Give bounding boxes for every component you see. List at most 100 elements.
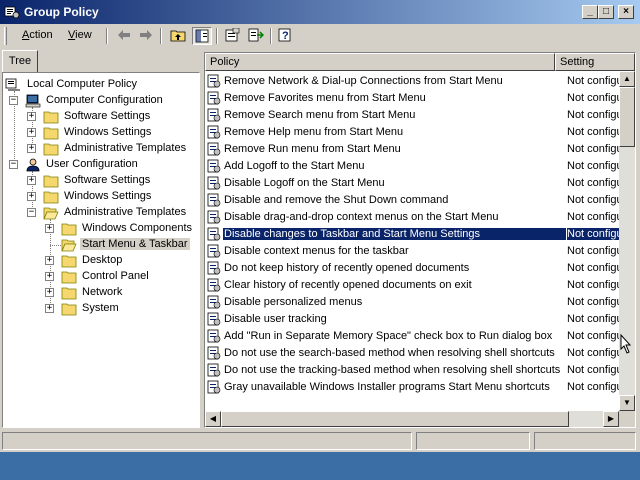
tree-item-user-configuration[interactable]: − User Configuration: [9, 157, 199, 173]
folder-icon: [43, 111, 59, 124]
policy-row[interactable]: Clear history of recently opened documen…: [205, 277, 619, 294]
column-header-policy[interactable]: Policy: [205, 53, 555, 71]
show-hide-tree-button[interactable]: [192, 27, 212, 45]
back-button[interactable]: [114, 27, 134, 45]
tree-item-label: Network: [82, 286, 123, 298]
policy-setting-state: Not configured: [567, 330, 619, 342]
tree-item-computer-configuration[interactable]: − Computer Configuration: [9, 93, 199, 109]
policy-row[interactable]: Disable context menus for the taskbar Not…: [205, 243, 619, 260]
tree-item-uc-software-settings[interactable]: + Software Settings: [27, 173, 197, 189]
scroll-down-button[interactable]: ▼: [619, 395, 635, 411]
horizontal-scrollbar[interactable]: ◀ ▶: [205, 411, 619, 427]
tree-item-label: System: [82, 302, 119, 314]
policy-setting-state: Not configured: [567, 109, 619, 121]
tab-tree[interactable]: Tree: [2, 50, 38, 72]
policy-setting-icon: [207, 108, 221, 122]
policy-row[interactable]: Remove Network & Dial-up Connections fro…: [205, 73, 619, 90]
tree-item-control-panel[interactable]: + Control Panel: [45, 269, 199, 285]
policy-row[interactable]: Add "Run in Separate Memory Space" check…: [205, 328, 619, 345]
expand-toggle[interactable]: +: [27, 176, 36, 185]
expand-toggle[interactable]: +: [45, 224, 54, 233]
policy-row[interactable]: Disable personalized menus Not configured: [205, 294, 619, 311]
policy-row[interactable]: Remove Search menu from Start Menu Not co…: [205, 107, 619, 124]
policy-row[interactable]: Do not use the tracking-based method whe…: [205, 362, 619, 379]
policy-name: Do not use the search-based method when …: [224, 347, 555, 359]
tree-item-local-computer-policy[interactable]: Local Computer Policy: [5, 77, 195, 93]
policy-row[interactable]: Remove Help menu from Start Menu Not conf…: [205, 124, 619, 141]
menu-action[interactable]: Action: [22, 29, 53, 41]
tree-item-cc-windows-settings[interactable]: + Windows Settings: [27, 125, 197, 141]
tree-item-windows-components[interactable]: + Windows Components: [45, 221, 199, 237]
collapse-toggle[interactable]: −: [27, 208, 36, 217]
policy-setting-icon: [207, 312, 221, 326]
policy-setting-icon: [207, 210, 221, 224]
policy-name: Do not use the tracking-based method whe…: [224, 364, 561, 376]
policy-setting-state: Not configured: [567, 347, 619, 359]
expand-toggle[interactable]: +: [45, 256, 54, 265]
minimize-button[interactable]: _: [582, 5, 598, 19]
policy-name: Disable drag-and-drop context menus on t…: [224, 211, 499, 223]
forward-button[interactable]: [136, 27, 156, 45]
collapse-toggle[interactable]: −: [9, 96, 18, 105]
policy-setting-state: Not configured: [567, 381, 619, 393]
tree-item-network[interactable]: + Network: [45, 285, 199, 301]
policy-setting-state: Not configured: [567, 364, 619, 376]
expand-toggle[interactable]: +: [45, 288, 54, 297]
menu-view[interactable]: View: [68, 29, 92, 41]
scroll-left-button[interactable]: ◀: [205, 411, 221, 427]
tree-item-uc-administrative-templates[interactable]: − Administrative Templates: [27, 205, 197, 221]
folder-icon: [61, 303, 77, 316]
policy-row[interactable]: Disable changes to Taskbar and Start Men…: [205, 226, 619, 243]
maximize-button[interactable]: □: [598, 5, 614, 19]
export-list-button[interactable]: [246, 27, 266, 45]
policy-row[interactable]: Add Logoff to the Start Menu Not configur…: [205, 158, 619, 175]
policy-setting-icon: [207, 125, 221, 139]
expand-toggle[interactable]: +: [27, 128, 36, 137]
policy-setting-icon: [207, 227, 221, 241]
policy-row[interactable]: Remove Run menu from Start Menu Not confi…: [205, 141, 619, 158]
policy-row[interactable]: Disable and remove the Shut Down command…: [205, 192, 619, 209]
policy-row[interactable]: Remove Favorites menu from Start Menu Not…: [205, 90, 619, 107]
collapse-toggle[interactable]: −: [9, 160, 18, 169]
policy-row[interactable]: Disable drag-and-drop context menus on t…: [205, 209, 619, 226]
policy-row[interactable]: Disable Logoff on the Start Menu Not conf…: [205, 175, 619, 192]
policy-setting-icon: [207, 159, 221, 173]
expand-toggle[interactable]: +: [45, 272, 54, 281]
pane-tab-bar: Tree: [0, 48, 202, 72]
policy-name: Do not keep history of recently opened d…: [224, 262, 470, 274]
policy-row[interactable]: Do not use the search-based method when …: [205, 345, 619, 362]
policy-row[interactable]: Disable user tracking Not configured: [205, 311, 619, 328]
help-button[interactable]: ?: [276, 27, 296, 45]
up-one-level-button[interactable]: [168, 27, 188, 45]
expand-toggle[interactable]: +: [45, 304, 54, 313]
tree-item-label: Windows Settings: [64, 126, 152, 138]
expand-toggle[interactable]: +: [27, 192, 36, 201]
tree-item-cc-software-settings[interactable]: + Software Settings: [27, 109, 197, 125]
scroll-right-button[interactable]: ▶: [603, 411, 619, 427]
tree-pane[interactable]: Local Computer Policy − Computer Configu…: [2, 72, 200, 428]
resize-cursor-icon: [620, 334, 632, 354]
vertical-scrollbar[interactable]: ▲ ▼: [619, 71, 635, 411]
tree-item-start-menu-taskbar[interactable]: Start Menu & Taskbar: [45, 237, 199, 253]
scroll-up-button[interactable]: ▲: [619, 71, 635, 87]
tree-item-system[interactable]: + System: [45, 301, 199, 317]
tree-item-desktop[interactable]: + Desktop: [45, 253, 199, 269]
column-header-setting[interactable]: Setting: [555, 53, 635, 71]
policy-setting-icon: [207, 363, 221, 377]
policy-list-pane[interactable]: Policy Setting Remove Network & Dial-up …: [204, 52, 636, 428]
close-button[interactable]: ×: [618, 5, 634, 19]
title-bar[interactable]: Group Policy _ □ ×: [0, 0, 640, 24]
horizontal-scroll-thumb[interactable]: [221, 411, 569, 427]
tree-item-label: Computer Configuration: [46, 94, 163, 106]
tree-item-label: User Configuration: [46, 158, 138, 170]
tree-item-cc-administrative-templates[interactable]: + Administrative Templates: [27, 141, 197, 157]
vertical-scroll-thumb[interactable]: [619, 87, 635, 147]
expand-toggle[interactable]: +: [27, 112, 36, 121]
policy-row[interactable]: Gray unavailable Windows Installer progr…: [205, 379, 619, 396]
tree-item-uc-windows-settings[interactable]: + Windows Settings: [27, 189, 197, 205]
policy-setting-icon: [207, 261, 221, 275]
tree-item-label: Control Panel: [82, 270, 149, 282]
properties-button[interactable]: [222, 27, 242, 45]
expand-toggle[interactable]: +: [27, 144, 36, 153]
policy-row[interactable]: Do not keep history of recently opened d…: [205, 260, 619, 277]
